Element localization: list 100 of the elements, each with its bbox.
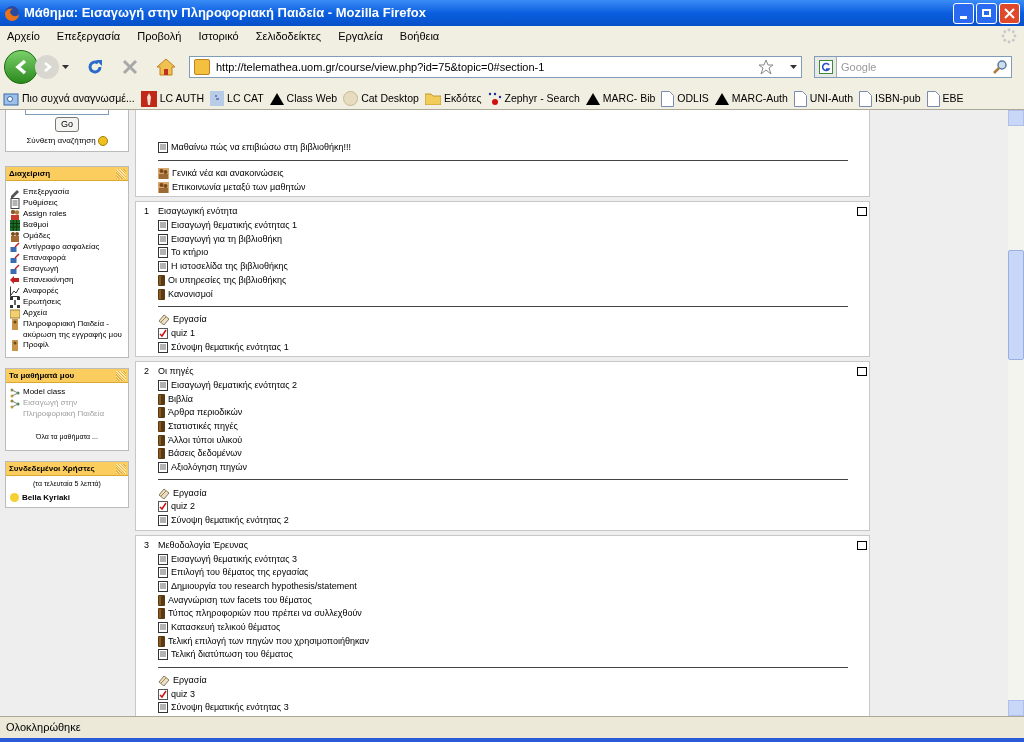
activity-link[interactable]: Εισαγωγή θεματικής ενότητας 2 xyxy=(171,380,298,390)
course-link[interactable]: Model class xyxy=(23,387,66,398)
address-field[interactable]: http://telemathea.uom.gr/course/view.php?id=75&topic=0#section-1 xyxy=(189,56,802,78)
activity-link[interactable]: Εργασία xyxy=(173,315,207,325)
bookmark-item[interactable]: Class Web xyxy=(269,90,338,107)
star-icon[interactable] xyxy=(758,59,774,75)
menu-item[interactable]: Βοήθεια xyxy=(399,27,440,45)
admin-link[interactable]: Επεξεργασία xyxy=(23,187,70,198)
admin-link[interactable]: Επαναφορά xyxy=(23,253,66,264)
bookmark-item[interactable]: Cat Desktop xyxy=(343,90,419,107)
activity-link[interactable]: Βιβλία xyxy=(168,394,193,404)
checkbox-square[interactable] xyxy=(857,540,867,550)
back-button[interactable] xyxy=(4,50,38,84)
activity-link[interactable]: Εισαγωγή για τη βιβλιοθήκη xyxy=(171,234,282,244)
dropdown-arrow-icon[interactable] xyxy=(790,65,797,69)
admin-link[interactable]: Εισαγωγή xyxy=(23,264,59,275)
box-arrow-icon xyxy=(10,242,20,253)
page-icon xyxy=(926,90,940,107)
checklist-icon xyxy=(158,327,168,339)
admin-link[interactable]: Αναφορές xyxy=(23,286,59,297)
admin-link[interactable]: Επανεκκίνηση xyxy=(23,275,74,286)
menu-item[interactable]: Προβολή xyxy=(137,27,182,45)
activity-link[interactable]: Δημιουργία του research hypothesis/statement xyxy=(171,581,357,591)
document-icon xyxy=(158,621,168,633)
search-icon[interactable] xyxy=(992,59,1008,75)
activity-link[interactable]: Η ιστοσελίδα της βιβλιοθήκης xyxy=(171,262,288,272)
menu-item[interactable]: Επεξεργασία xyxy=(56,27,121,45)
search-field[interactable] xyxy=(25,110,109,115)
bookmark-item[interactable]: LC CAT xyxy=(210,90,264,107)
activity-link[interactable]: Εισαγωγή θεματικής ενότητας 3 xyxy=(171,554,298,564)
scroll-thumb[interactable] xyxy=(1008,250,1024,360)
box-arrow-icon xyxy=(10,264,20,275)
activity-link[interactable]: Τύπος πληροφοριών που πρέπει να συλλεχθούν xyxy=(168,609,362,619)
bookmark-item[interactable]: Πιο συχνά αναγνωσμέ... xyxy=(3,90,135,107)
dropdown-arrow-icon[interactable] xyxy=(62,65,69,69)
activity-link[interactable]: quiz 2 xyxy=(171,502,196,512)
activity-link[interactable]: Αναγνώριση των facets του θέματος xyxy=(168,595,312,605)
activity-link[interactable]: Σύνοψη θεματικής ενότητας 2 xyxy=(171,516,289,526)
admin-link[interactable]: Ρυθμίσεις xyxy=(23,198,58,209)
checkbox-square[interactable] xyxy=(857,366,867,376)
activity-link[interactable]: Κανονισμοί xyxy=(168,289,213,299)
admin-link[interactable]: Ερωτήσεις xyxy=(23,297,61,308)
admin-link[interactable]: Assign roles xyxy=(23,209,67,220)
close-button[interactable] xyxy=(999,2,1020,24)
activity-link[interactable]: Τελική διατύπωση του θέματος xyxy=(171,650,293,660)
search-engine-icon[interactable] xyxy=(815,57,837,77)
document-icon xyxy=(158,462,168,474)
document-icon xyxy=(158,553,168,565)
menu-item[interactable]: Σελιδοδείκτες xyxy=(255,27,322,45)
go-button[interactable]: Go xyxy=(55,117,79,132)
bookmark-item[interactable]: ODLIS xyxy=(661,90,709,107)
activity-link[interactable]: Οι υπηρεσίες της βιβλιοθήκης xyxy=(168,275,287,285)
activity-link[interactable]: Επικοινωνία μεταξύ των μαθητών xyxy=(172,182,306,192)
search-input[interactable]: Google xyxy=(837,58,992,76)
minimize-button[interactable] xyxy=(953,2,974,24)
activity-link[interactable]: Το κτήριο xyxy=(171,248,209,258)
activity-link[interactable]: Βάσεις δεδομένων xyxy=(168,449,242,459)
site-icon xyxy=(194,59,210,75)
help-icon[interactable] xyxy=(97,136,108,146)
reload-icon[interactable] xyxy=(86,58,104,76)
checkbox-square[interactable] xyxy=(857,207,867,217)
admin-link[interactable]: Αντίγραφο ασφαλείας xyxy=(23,242,100,253)
advanced-search-link[interactable]: Σύνθετη αναζήτηση xyxy=(26,135,96,147)
activity-link[interactable]: Σύνοψη θεματικής ενότητας 3 xyxy=(171,703,289,713)
activity-link[interactable]: Σύνοψη θεματικής ενότητας 1 xyxy=(171,342,289,352)
activity-link[interactable]: Μαθαίνω πώς να επιβιώσω στη βιβλιοθήκη!!! xyxy=(171,143,352,153)
activity-link[interactable]: Άρθρα περιοδικών xyxy=(168,408,243,418)
search-field[interactable]: Google xyxy=(814,56,1012,78)
menu-item[interactable]: Εργαλεία xyxy=(338,27,383,45)
bookmark-item[interactable]: LC AUTH xyxy=(140,90,205,107)
bookmark-item[interactable]: Zephyr - Search xyxy=(487,90,580,107)
admin-link[interactable]: Προφίλ xyxy=(23,340,49,351)
activity-link[interactable]: Εισαγωγή θεματικής ενότητας 1 xyxy=(171,221,298,231)
activity-link[interactable]: Εργασία xyxy=(173,488,207,498)
admin-link[interactable]: Βαθμοί xyxy=(23,220,49,231)
bookmark-item[interactable]: MARC-Auth xyxy=(714,90,788,107)
activity-link[interactable]: quiz 1 xyxy=(171,328,196,338)
admin-link[interactable]: Ομάδες xyxy=(23,231,51,242)
bookmark-item[interactable]: ISBN-pub xyxy=(859,90,921,107)
activity-link[interactable]: Αξιολόγηση πηγών xyxy=(171,463,248,473)
home-icon[interactable] xyxy=(156,58,176,76)
activity-link[interactable]: Στατιστικές πηγές xyxy=(168,422,238,432)
activity-link[interactable]: Τελική επιλογή των πηγών που χρησιμοποιήθηκαν xyxy=(168,636,369,646)
admin-link[interactable]: Πληροφοριακή Παιδεία - ακύρωση της εγγραφής μου xyxy=(23,319,124,341)
activity-link[interactable]: Άλλοι τύποι υλικού xyxy=(168,435,243,445)
activity-link[interactable]: Επιλογή του θέματος της εργασίας xyxy=(171,568,309,578)
bookmark-item[interactable]: EBE xyxy=(926,90,964,107)
menu-item[interactable]: Ιστορικό xyxy=(198,27,239,45)
bookmark-item[interactable]: Εκδότες xyxy=(424,90,482,107)
bookmark-item[interactable]: MARC- Bib xyxy=(585,90,656,107)
user-link[interactable]: Bella Kyriaki xyxy=(22,491,71,504)
activity-link[interactable]: Γενικά νέα και ανακοινώσεις xyxy=(172,169,284,179)
scrollbar[interactable] xyxy=(1008,110,1024,716)
admin-link[interactable]: Αρχεία xyxy=(23,308,48,319)
menu-item[interactable]: Αρχείο xyxy=(7,27,40,45)
activity-link[interactable]: Εργασία xyxy=(173,676,207,686)
bookmark-item[interactable]: UNI-Auth xyxy=(793,90,854,107)
activity-link[interactable]: quiz 3 xyxy=(171,689,196,699)
restore-button[interactable] xyxy=(976,2,997,24)
activity-link[interactable]: Κατασκευή τελικού θέματος xyxy=(171,622,281,632)
